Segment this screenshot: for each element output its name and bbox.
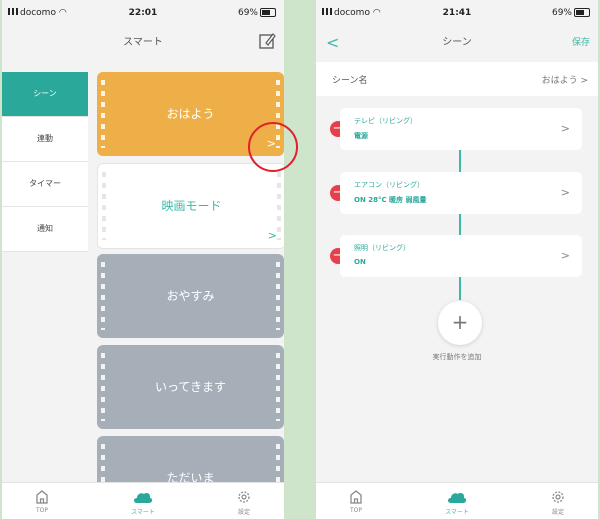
chevron-right-icon: > (580, 76, 588, 86)
battery: 69% (238, 8, 276, 18)
sidebar-item-scene[interactable]: シーン (2, 72, 88, 117)
battery-icon (260, 8, 276, 17)
edit-icon[interactable] (258, 32, 276, 50)
tab-smart[interactable]: スマート (427, 487, 487, 516)
sidebar: シーン 連動 タイマー 通知 (2, 72, 88, 252)
action-desc: ON (354, 258, 366, 266)
action-name: 照明（リビング） (354, 244, 410, 252)
nav-bar: スマート (2, 26, 284, 60)
scene-name-label: シーン名 (332, 76, 368, 86)
action-desc: ON 28°C 暖房 弱風量 (354, 196, 427, 204)
smart-screen: docomo ◠ 22:01 69% スマート シーン 連動 タイマー 通知 お… (2, 0, 284, 519)
cloud-icon (448, 493, 467, 503)
status-bar: docomo ◠ 21:41 69% (316, 0, 598, 26)
highlight-circle (248, 122, 298, 172)
page-title: スマート (123, 37, 163, 48)
nav-bar: < シーン 保存 (316, 26, 598, 60)
scene-card-label: おはよう (166, 107, 215, 121)
scene-card-oyasumi[interactable]: おやすみ (97, 254, 284, 338)
chevron-right-icon: > (560, 122, 570, 135)
sidebar-item-notify[interactable]: 通知 (2, 207, 88, 252)
home-icon (350, 490, 362, 504)
chevron-right-icon[interactable]: > (268, 230, 277, 242)
scene-card-label: おやすみ (166, 289, 215, 303)
tab-smart[interactable]: スマート (113, 487, 173, 516)
scene-card-label: いってきます (154, 380, 227, 394)
action-desc: 電源 (354, 132, 368, 140)
chevron-right-icon: > (560, 249, 570, 262)
sidebar-item-timer[interactable]: タイマー (2, 162, 88, 207)
action-item-light[interactable]: 照明（リビング） ON > (340, 235, 582, 277)
action-item-aircon[interactable]: エアコン（リビング） ON 28°C 暖房 弱風量 > (340, 172, 582, 214)
plus-icon: + (451, 310, 469, 334)
back-icon[interactable]: < (326, 26, 339, 60)
action-name: テレビ（リビング） (354, 117, 417, 125)
page-title: シーン (442, 37, 472, 48)
action-name: エアコン（リビング） (354, 181, 424, 189)
tab-top[interactable]: TOP (12, 487, 72, 514)
sidebar-item-link[interactable]: 連動 (2, 117, 88, 162)
add-action-button[interactable]: + (438, 301, 482, 345)
save-button[interactable]: 保存 (572, 26, 590, 60)
scene-card-label: 映画モード (161, 199, 222, 213)
gear-icon (552, 491, 564, 503)
status-bar: docomo ◠ 22:01 69% (2, 0, 284, 26)
scene-name-row[interactable]: シーン名 おはよう > (316, 62, 598, 96)
cloud-icon (134, 493, 153, 503)
action-item-tv[interactable]: テレビ（リビング） 電源 > (340, 108, 582, 150)
scene-card-ittekimasu[interactable]: いってきます (97, 345, 284, 429)
tab-top[interactable]: TOP (326, 487, 386, 514)
tab-settings[interactable]: 設定 (214, 487, 274, 516)
tab-bar: TOP スマート 設定 (2, 482, 284, 519)
chevron-right-icon: > (560, 186, 570, 199)
scene-card-movie[interactable]: 映画モード > (97, 163, 284, 249)
tab-settings[interactable]: 設定 (528, 487, 588, 516)
scene-name-value: おはよう > (541, 76, 588, 86)
battery-icon (574, 8, 590, 17)
scene-edit-screen: docomo ◠ 21:41 69% < シーン 保存 シーン名 おはよう > … (316, 0, 598, 519)
battery: 69% (552, 8, 590, 18)
home-icon (36, 490, 48, 504)
gear-icon (238, 491, 250, 503)
add-action-label: 実行動作を追加 (432, 353, 482, 361)
tab-bar: TOP スマート 設定 (316, 482, 598, 519)
